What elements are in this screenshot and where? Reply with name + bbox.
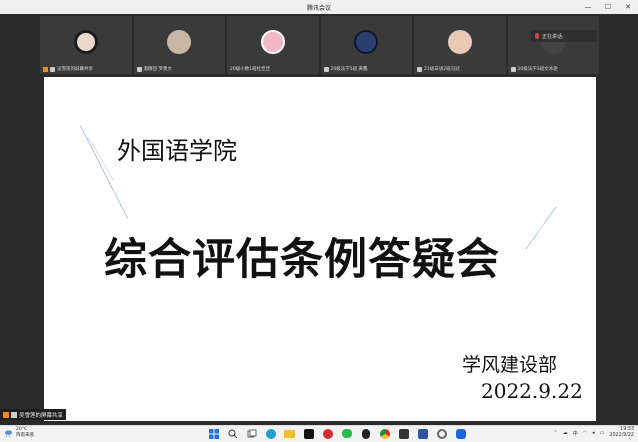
search-icon[interactable]	[226, 427, 239, 440]
participant-tile[interactable]: 20级法学1班 黄鑫	[320, 16, 412, 74]
chevron-up-icon[interactable]: ⌃	[554, 430, 558, 436]
system-tray: ⌃ ☁ 中 ◠ ◂ ▭ 19:33 2022/9/22	[554, 427, 634, 439]
windows-icon[interactable]	[207, 427, 220, 440]
participant-name: 20级法学1班 黄鑫	[330, 67, 368, 72]
netease-music-icon[interactable]	[321, 427, 334, 440]
shared-screen-slide: 外国语学院 综合评估条例答疑会 学风建设部 2022.9.22	[44, 77, 596, 421]
slide-school-name: 外国语学院	[117, 137, 237, 165]
mic-icon	[50, 66, 55, 72]
mic-icon	[323, 66, 329, 72]
settings-icon[interactable]	[435, 427, 448, 440]
participant-tile[interactable]: 20级小数1班杜佳佳	[227, 16, 319, 74]
taskbar-apps	[207, 427, 467, 440]
close-button[interactable]: ✕	[618, 0, 638, 14]
speaking-indicator: 正在讲话:	[531, 30, 597, 42]
weather-rain-icon	[4, 429, 13, 437]
participant-tile[interactable]: 20级法学3班文冰艳 正在讲话:	[507, 16, 599, 74]
participant-name-row: 20级法学1班 黄鑫	[323, 66, 368, 72]
share-icon	[3, 411, 9, 418]
slide-heading: 综合评估条例答疑会	[104, 235, 500, 285]
avatar	[354, 30, 379, 54]
wifi-icon[interactable]: ◠	[583, 430, 587, 436]
slide-date: 2022.9.22	[481, 379, 583, 403]
wechat-icon[interactable]	[340, 427, 353, 440]
battery-icon[interactable]: ▭	[600, 430, 605, 436]
participant-name-row: 20级法学3班文冰艳	[510, 66, 558, 72]
share-icon	[43, 66, 48, 72]
participant-name-row: 20级小数1班杜佳佳	[230, 66, 270, 72]
input-language[interactable]: 中	[573, 430, 578, 437]
mic-icon	[510, 66, 516, 72]
decor-line	[533, 216, 549, 240]
chrome-icon[interactable]	[378, 427, 391, 440]
participant-name-row: 21级日语2班冯冠	[417, 66, 460, 72]
participant-strip: 吴雪莲的屏幕共享 酒精团 罗勇文 20级小数1班杜佳佳 20级法学1班 黄鑫 2…	[40, 16, 600, 74]
speaking-label: 正在讲话:	[542, 33, 564, 40]
edge-icon[interactable]	[264, 427, 277, 440]
mic-icon	[417, 66, 422, 72]
participant-name: 20级法学3班文冰艳	[517, 67, 558, 72]
participant-name: 酒精团 罗勇文	[143, 67, 172, 72]
tencent-meeting-icon[interactable]	[454, 427, 467, 440]
clock-date: 2022/9/22	[609, 433, 634, 438]
participant-name-row: 酒精团 罗勇文	[136, 66, 172, 72]
cloud-icon[interactable]: ☁	[563, 430, 568, 436]
participant-name: 吴雪莲的屏幕共享	[57, 67, 93, 72]
participant-name: 21级日语2班冯冠	[424, 67, 460, 72]
decor-line	[87, 136, 115, 182]
avatar	[447, 30, 472, 54]
minimize-button[interactable]: —	[578, 0, 598, 14]
meeting-window: 腾讯会议 — ☐ ✕ 吴雪莲的屏幕共享 酒精团 罗勇文 20级小数1班杜佳佳 2…	[0, 0, 638, 425]
participant-tile[interactable]: 吴雪莲的屏幕共享	[40, 16, 132, 74]
taskbar: 20°C 阵雨来袭 ⌃ ☁ 中 ◠ ◂ ▭ 19:33 2022/9/22	[0, 425, 638, 442]
slide-department: 学风建设部	[462, 354, 558, 376]
weather-widget[interactable]: 20°C 阵雨来袭	[4, 427, 34, 439]
avatar	[260, 30, 285, 54]
qq-icon[interactable]	[359, 427, 372, 440]
window-controls: — ☐ ✕	[578, 0, 638, 14]
word-icon[interactable]	[416, 427, 429, 440]
task-view-icon[interactable]	[245, 427, 258, 440]
mic-icon	[11, 411, 17, 418]
participant-name: 20级小数1班杜佳佳	[230, 67, 271, 72]
avatar	[167, 30, 192, 54]
participant-tile[interactable]: 21级日语2班冯冠	[414, 16, 506, 74]
capcut-icon[interactable]	[302, 427, 315, 440]
participant-name-row: 吴雪莲的屏幕共享	[43, 66, 93, 72]
screen-share-badge[interactable]: 吴雪莲的屏幕共享	[0, 409, 67, 420]
maximize-button[interactable]: ☐	[598, 0, 618, 14]
title-bar: 腾讯会议 — ☐ ✕	[0, 0, 638, 14]
file-explorer-icon[interactable]	[283, 427, 296, 440]
window-title: 腾讯会议	[306, 4, 331, 12]
mic-icon	[136, 66, 142, 72]
mic-icon	[535, 33, 539, 39]
avatar	[73, 30, 98, 54]
taskbar-clock[interactable]: 19:33 2022/9/22	[609, 427, 634, 439]
share-badge-label: 吴雪莲的屏幕共享	[19, 412, 64, 419]
weather-description: 阵雨来袭	[16, 433, 34, 438]
volume-icon[interactable]: ◂	[592, 430, 595, 436]
participant-tile[interactable]: 酒精团 罗勇文	[133, 16, 225, 74]
media-icon[interactable]	[397, 427, 410, 440]
